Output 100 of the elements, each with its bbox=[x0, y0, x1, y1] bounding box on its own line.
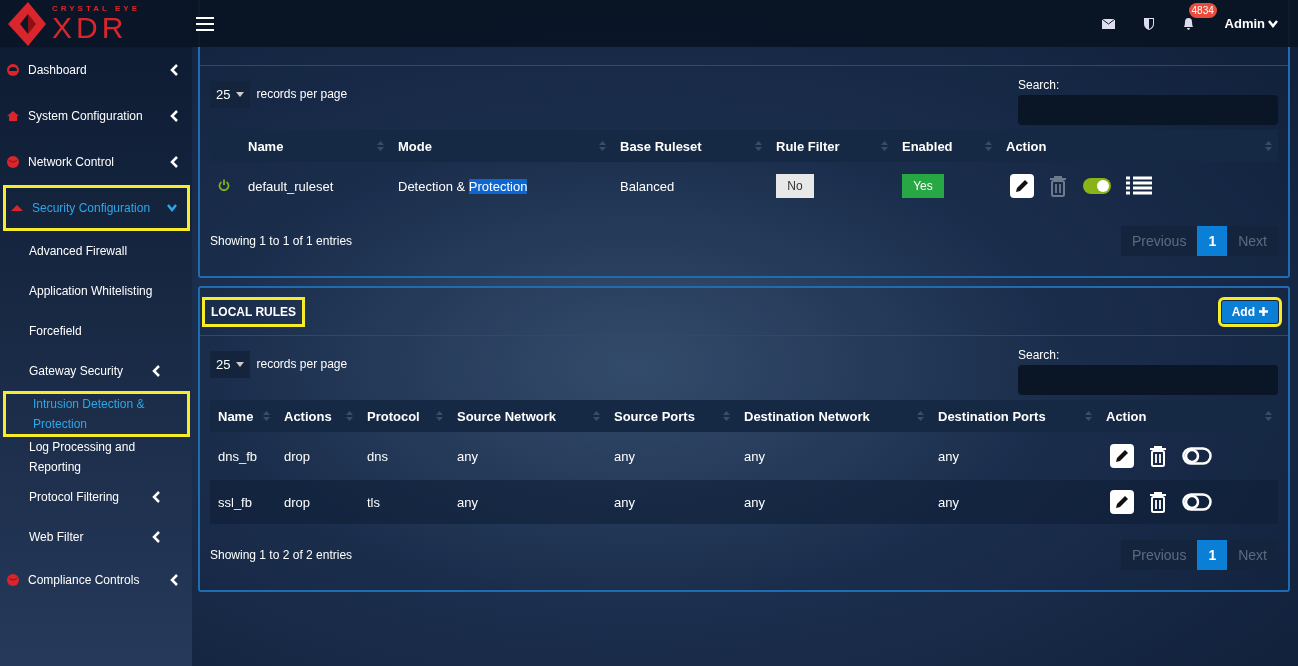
table-cell-text: any bbox=[743, 448, 766, 464]
sidebar-subitem[interactable]: Forcefield bbox=[0, 311, 190, 351]
column-header: Destination Network bbox=[744, 408, 870, 424]
chevron-icon bbox=[152, 531, 162, 543]
sort-icon[interactable] bbox=[755, 140, 762, 152]
logo-name: XDR bbox=[52, 12, 128, 43]
caret-icon bbox=[236, 361, 245, 367]
sidebar-item[interactable]: Dashboard bbox=[0, 47, 190, 93]
chevron-icon bbox=[170, 156, 180, 168]
globe-icon bbox=[6, 573, 20, 587]
page-size-label: records per page bbox=[256, 87, 348, 101]
column-header: Enabled bbox=[902, 138, 953, 154]
sidebar-subitem[interactable]: Log Processing and Reporting bbox=[0, 437, 190, 477]
table-summary: Showing 1 to 2 of 2 entries bbox=[210, 548, 353, 562]
status-badge: Yes bbox=[902, 174, 944, 198]
search-field[interactable] bbox=[1018, 365, 1278, 395]
chevron-icon bbox=[152, 365, 162, 377]
sort-icon[interactable] bbox=[1085, 410, 1092, 422]
page-size-select[interactable]: 25 bbox=[210, 80, 251, 108]
toggle-switch[interactable] bbox=[1182, 492, 1212, 512]
sort-icon[interactable] bbox=[1265, 140, 1272, 152]
sort-icon[interactable] bbox=[1265, 410, 1272, 422]
page-size-label: records per page bbox=[256, 357, 348, 371]
sort-icon[interactable] bbox=[593, 410, 600, 422]
column-header: Rule Filter bbox=[776, 138, 840, 154]
gauge-icon bbox=[6, 63, 20, 77]
menu-icon[interactable] bbox=[196, 15, 214, 32]
sidebar-item[interactable]: System Configuration bbox=[0, 93, 190, 139]
sort-icon[interactable] bbox=[917, 410, 924, 422]
plus-icon bbox=[1259, 307, 1268, 316]
globe-icon bbox=[6, 155, 20, 169]
sort-icon[interactable] bbox=[377, 140, 384, 152]
column-header: Base Ruleset bbox=[620, 138, 702, 154]
column-header: Source Network bbox=[457, 408, 556, 424]
house-icon bbox=[6, 109, 20, 123]
chevron-icon bbox=[167, 202, 177, 214]
table-cell-text: any bbox=[937, 448, 960, 464]
user-menu[interactable]: Admin bbox=[1224, 16, 1278, 31]
column-header: Protocol bbox=[367, 408, 420, 424]
table-summary: Showing 1 to 1 of 1 entries bbox=[210, 234, 353, 248]
chevron-icon bbox=[152, 491, 162, 503]
sidebar-item[interactable]: Security Configuration bbox=[3, 185, 190, 231]
page-size-select[interactable]: 25 bbox=[210, 350, 251, 378]
table-cell-text: any bbox=[613, 448, 636, 464]
notification-badge: 4834 bbox=[1188, 3, 1217, 18]
sidebar-item[interactable]: Network Control bbox=[0, 139, 190, 185]
table-cell-text: any bbox=[937, 494, 960, 510]
table-cell-text: any bbox=[613, 494, 636, 510]
pagination-button[interactable]: 1 bbox=[1197, 226, 1228, 256]
sort-icon[interactable] bbox=[723, 410, 730, 422]
caret-icon bbox=[236, 91, 245, 97]
table-cell-text: ssl_fb bbox=[217, 494, 253, 510]
pagination-button[interactable]: 1 bbox=[1197, 540, 1228, 570]
bell-icon[interactable] bbox=[1182, 17, 1196, 30]
table-cell-text: any bbox=[456, 494, 479, 510]
table-cell-text: Balanced bbox=[619, 178, 676, 194]
sidebar-subitem[interactable]: Intrusion Detection & Protection bbox=[3, 391, 190, 437]
sort-icon[interactable] bbox=[263, 410, 270, 422]
delete-button[interactable] bbox=[1148, 491, 1168, 513]
table-cell-text: drop bbox=[283, 494, 312, 510]
table-cell-text: any bbox=[743, 494, 766, 510]
column-header: Action bbox=[1106, 408, 1147, 424]
column-header: Source Ports bbox=[614, 408, 695, 424]
toggle-switch[interactable] bbox=[1082, 176, 1112, 196]
table-cell-text: tls bbox=[366, 494, 381, 510]
status-badge: No bbox=[776, 174, 814, 198]
list-icon[interactable] bbox=[1126, 176, 1152, 196]
table-cell-text: any bbox=[456, 448, 479, 464]
delete-button[interactable] bbox=[1148, 445, 1168, 467]
sidebar-subitem[interactable]: Advanced Firewall bbox=[0, 231, 190, 271]
search-field[interactable] bbox=[1018, 95, 1278, 125]
table-cell-text: Detection & Protection bbox=[397, 178, 529, 194]
column-header: Name bbox=[218, 408, 254, 424]
sort-icon[interactable] bbox=[346, 410, 353, 422]
search-label: Search: bbox=[1018, 348, 1061, 362]
panel-title: LOCAL RULES bbox=[202, 296, 306, 327]
sort-icon[interactable] bbox=[599, 140, 606, 152]
search-label: Search: bbox=[1018, 78, 1061, 92]
table-cell-text: dns_fb bbox=[217, 448, 259, 464]
sidebar-item[interactable]: Compliance Controls bbox=[0, 557, 190, 603]
logo-tagline: CRYSTAL EYE bbox=[52, 4, 140, 13]
sort-icon[interactable] bbox=[985, 140, 992, 152]
sidebar-subitem[interactable]: Gateway Security bbox=[0, 351, 190, 391]
column-header: Actions bbox=[284, 408, 332, 424]
edit-button[interactable] bbox=[1010, 174, 1034, 198]
sidebar-subitem[interactable]: Application Whitelisting bbox=[0, 271, 190, 311]
sort-icon[interactable] bbox=[881, 140, 888, 152]
table-cell-text: drop bbox=[283, 448, 312, 464]
table-cell-text: default_ruleset bbox=[247, 178, 335, 194]
column-header: Mode bbox=[398, 138, 432, 154]
edit-button[interactable] bbox=[1110, 490, 1134, 514]
column-header: Name bbox=[248, 138, 284, 154]
sidebar-subitem[interactable]: Protocol Filtering bbox=[0, 477, 190, 517]
chevron-icon bbox=[170, 574, 180, 586]
edit-button[interactable] bbox=[1110, 444, 1134, 468]
toggle-switch[interactable] bbox=[1182, 446, 1212, 466]
column-header: Destination Ports bbox=[938, 408, 1046, 424]
sort-icon[interactable] bbox=[436, 410, 443, 422]
chevron-icon bbox=[170, 110, 180, 122]
sidebar-subitem[interactable]: Web Filter bbox=[0, 517, 190, 557]
